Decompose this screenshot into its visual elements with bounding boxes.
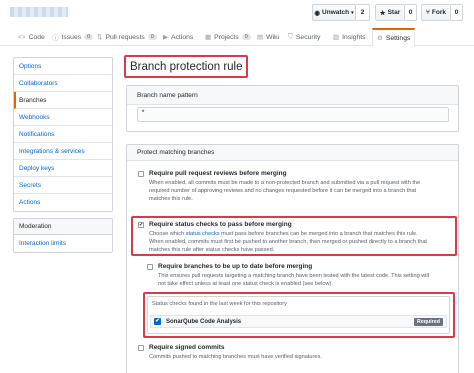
tab-settings[interactable]: ⚙ Settings xyxy=(372,28,416,47)
pull-request-icon: ⇅ xyxy=(97,34,103,41)
issue-icon: ⓘ xyxy=(52,35,59,42)
require-status-checks-checkbox[interactable]: ✔ xyxy=(138,222,144,228)
repo-name-blurred xyxy=(10,7,68,17)
tab-security[interactable]: ⛉ Security xyxy=(288,28,320,46)
require-up-to-date-label: Require branches to be up to date before… xyxy=(158,263,313,270)
code-icon: <> xyxy=(18,33,26,41)
project-icon: ▦ xyxy=(205,34,212,41)
star-button[interactable]: ★ Star xyxy=(375,4,405,21)
branch-pattern-box: Branch name pattern * xyxy=(126,85,459,132)
eye-icon: ◉ xyxy=(314,9,321,17)
shield-icon: ⛉ xyxy=(288,33,293,40)
tab-wiki[interactable]: ▤ Wiki xyxy=(257,28,279,46)
require-reviews-description: When enabled, all commits must be made t… xyxy=(149,180,421,202)
sidebar-item-deploy-keys[interactable]: Deploy keys xyxy=(14,160,112,177)
require-up-to-date-description: This ensures pull requests targeting a m… xyxy=(158,273,430,287)
book-icon: ▤ xyxy=(257,34,264,41)
require-signed-commits-label: Require signed commits xyxy=(149,344,225,351)
protect-heading: Protect matching branches xyxy=(127,145,458,161)
require-reviews-checkbox[interactable] xyxy=(138,171,144,177)
sidebar-item-secrets[interactable]: Secrets xyxy=(14,177,112,194)
unwatch-button[interactable]: ◉ Unwatch ▾ xyxy=(312,4,356,21)
fork-button[interactable]: ⑂ Fork xyxy=(421,4,451,21)
graph-icon: ▥ xyxy=(333,34,340,41)
require-status-checks-label: Require status checks to pass before mer… xyxy=(149,221,292,228)
play-icon: ▶ xyxy=(163,34,168,41)
tab-pull-requests[interactable]: ⇅ Pull requests 0 xyxy=(97,28,157,46)
pattern-label: Branch name pattern xyxy=(127,86,458,105)
sidebar-item-actions[interactable]: Actions xyxy=(14,194,112,211)
require-up-to-date-checkbox[interactable] xyxy=(147,264,153,270)
fork-icon: ⑂ xyxy=(426,9,430,16)
sidebar-item-webhooks[interactable]: Webhooks xyxy=(14,109,112,126)
highlight-sonarqube-check xyxy=(143,292,455,338)
moderation-heading: Moderation xyxy=(14,219,112,235)
sidebar-item-options[interactable]: Options xyxy=(14,58,112,75)
moderation-sidebar: Moderation Interaction limits xyxy=(13,218,113,253)
forks-count[interactable]: 0 xyxy=(451,4,463,21)
star-icon: ★ xyxy=(379,9,386,17)
tab-insights[interactable]: ▥ Insights xyxy=(333,28,366,46)
gear-icon: ⚙ xyxy=(377,35,383,42)
sidebar-item-interaction-limits[interactable]: Interaction limits xyxy=(14,235,112,252)
page-title: Branch protection rule xyxy=(124,55,248,78)
dropdown-caret-icon: ▾ xyxy=(351,9,354,16)
require-signed-commits-checkbox[interactable] xyxy=(138,345,144,351)
watchers-count[interactable]: 2 xyxy=(356,4,370,21)
require-reviews-label: Require pull request reviews before merg… xyxy=(149,170,287,177)
sidebar-item-integrations[interactable]: Integrations & services xyxy=(14,143,112,160)
tab-code[interactable]: <> Code xyxy=(18,28,45,46)
branch-pattern-input[interactable]: * xyxy=(137,107,449,122)
tab-issues[interactable]: ⓘ Issues 0 xyxy=(52,28,94,46)
tab-projects[interactable]: ▦ Projects 0 xyxy=(205,28,251,46)
tab-actions[interactable]: ▶ Actions xyxy=(163,28,193,46)
require-signed-commits-description: Commits pushed to matching branches must… xyxy=(149,354,322,360)
status-checks-link[interactable]: status checks xyxy=(186,231,220,237)
repo-header: ◉ Unwatch ▾ 2 ★ Star 0 ⑂ Fork 0 xyxy=(0,0,474,24)
repo-tabs: <> Code ⓘ Issues 0 ⇅ Pull requests 0 ▶ A… xyxy=(0,28,474,47)
sidebar-item-collaborators[interactable]: Collaborators xyxy=(14,75,112,92)
settings-sidebar: Options Collaborators Branches Webhooks … xyxy=(13,57,113,212)
sidebar-item-notifications[interactable]: Notifications xyxy=(14,126,112,143)
stars-count[interactable]: 0 xyxy=(405,4,417,21)
sidebar-item-branches[interactable]: Branches xyxy=(14,92,112,109)
require-status-checks-description: Choose which status checks must pass bef… xyxy=(149,231,427,253)
